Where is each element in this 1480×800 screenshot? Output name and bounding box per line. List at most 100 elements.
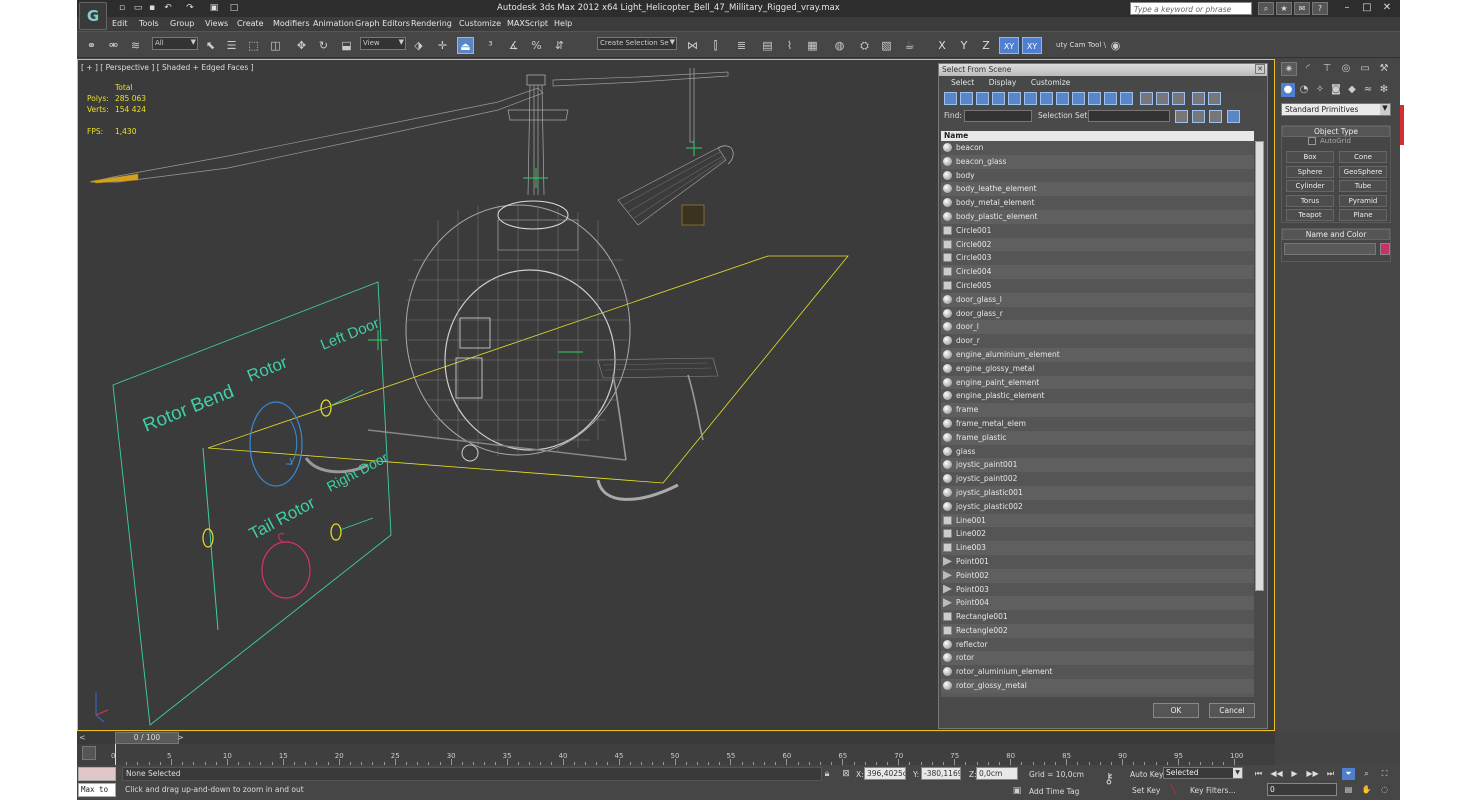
list-item[interactable]: Circle005: [941, 278, 1255, 293]
cameras-category-icon[interactable]: ◙: [1329, 83, 1343, 97]
systems-category-icon[interactable]: ✻: [1377, 83, 1391, 97]
list-item[interactable]: door_r: [941, 334, 1255, 348]
filter-funnel-icon[interactable]: [1208, 92, 1221, 105]
select-invert-icon[interactable]: [1172, 92, 1185, 105]
filter-frozen-icon[interactable]: [1104, 92, 1117, 105]
maxscript-mini-listener[interactable]: [78, 767, 116, 781]
viewport-label[interactable]: [ + ] [ Perspective ] [ Shaded + Edged F…: [81, 63, 254, 72]
render-production-icon[interactable]: ☕: [901, 37, 918, 54]
ok-button[interactable]: OK: [1153, 703, 1199, 718]
menu-edit[interactable]: Edit: [112, 19, 128, 28]
list-item[interactable]: reflector: [941, 637, 1255, 652]
minimize-icon[interactable]: –: [1339, 1, 1355, 15]
list-item[interactable]: rotor_aluminium_element: [941, 665, 1255, 680]
new-file-icon[interactable]: ▫: [117, 3, 127, 13]
scrollbar-thumb[interactable]: [1255, 141, 1264, 591]
list-item[interactable]: body: [941, 168, 1255, 183]
list-item[interactable]: engine_aluminium_element: [941, 347, 1255, 362]
selection-filter-dropdown[interactable]: All ▼: [152, 37, 198, 50]
list-item[interactable]: Point001: [941, 554, 1255, 569]
time-slider[interactable]: < 0 / 100 >: [77, 732, 1275, 744]
list-item[interactable]: Circle002: [941, 237, 1255, 252]
z-coord-input[interactable]: 0,0cm: [976, 767, 1018, 780]
maximize-icon[interactable]: □: [1359, 1, 1375, 15]
time-tag-icon[interactable]: ▣: [1011, 785, 1023, 797]
previous-frame-button[interactable]: <: [79, 733, 86, 742]
restrict-xy-button[interactable]: XY: [999, 37, 1019, 54]
list-item[interactable]: engine_paint_element: [941, 375, 1255, 390]
zoom-icon[interactable]: ⌕: [1360, 768, 1373, 780]
project-folder-icon[interactable]: ▣: [209, 3, 219, 13]
geosphere-button[interactable]: GeoSphere: [1339, 166, 1387, 178]
material-editor-icon[interactable]: ◍: [831, 37, 848, 54]
selection-set-icon[interactable]: [1175, 110, 1188, 123]
right-door-slider[interactable]: [330, 523, 342, 541]
list-item[interactable]: engine_plastic_element: [941, 389, 1255, 404]
save-file-icon[interactable]: ▪: [147, 3, 157, 13]
key-icon[interactable]: ⚷: [1103, 772, 1115, 786]
auto-key-button[interactable]: Auto Key: [1130, 770, 1163, 779]
set-key-button[interactable]: Set Key: [1132, 786, 1160, 795]
list-item[interactable]: glass: [941, 444, 1255, 459]
orbit-icon[interactable]: ◌: [1378, 784, 1391, 796]
selection-set-remove-icon[interactable]: [1209, 110, 1222, 123]
next-frame-button[interactable]: >: [177, 733, 184, 742]
rendered-frame-icon[interactable]: ▧: [878, 37, 895, 54]
window-crossing-icon[interactable]: ◫: [267, 37, 284, 54]
dialog-menu-customize[interactable]: Customize: [1031, 76, 1070, 90]
cancel-button[interactable]: Cancel: [1209, 703, 1255, 718]
communication-icon[interactable]: ✉: [1294, 2, 1310, 15]
list-item[interactable]: joystic_plastic002: [941, 499, 1255, 514]
list-item[interactable]: joystic_plastic001: [941, 485, 1255, 500]
menu-tools[interactable]: Tools: [139, 19, 159, 28]
selection-set-dropdown[interactable]: [1088, 110, 1170, 122]
key-mode-dropdown[interactable]: Selected ▼: [1163, 767, 1243, 779]
select-all-icon[interactable]: [1140, 92, 1153, 105]
name-and-color-title[interactable]: Name and Color: [1282, 229, 1390, 240]
lights-category-icon[interactable]: ✧: [1313, 83, 1327, 97]
play-icon[interactable]: ▶: [1288, 768, 1301, 780]
render-setup-icon[interactable]: ⛭: [856, 37, 873, 54]
pivot-center-icon[interactable]: ⬗: [410, 37, 427, 54]
spinner-snap-icon[interactable]: ⇵: [551, 37, 568, 54]
select-by-name-icon[interactable]: ☰: [223, 37, 240, 54]
list-item[interactable]: Line003: [941, 541, 1255, 555]
select-object-icon[interactable]: ⬉: [202, 37, 219, 54]
selection-set-add-icon[interactable]: [1192, 110, 1205, 123]
custom-tool-label[interactable]: uty Cam Tool \: [1056, 41, 1106, 49]
list-item[interactable]: body_leathe_element: [941, 182, 1255, 197]
list-item[interactable]: Rectangle002: [941, 623, 1255, 638]
zoom-extents-icon[interactable]: ⛶: [1378, 768, 1391, 780]
time-slider-thumb[interactable]: 0 / 100: [115, 732, 179, 744]
dialog-menu-display[interactable]: Display: [989, 76, 1017, 90]
shapes-category-icon[interactable]: ◔: [1297, 83, 1311, 97]
list-item[interactable]: Line001: [941, 513, 1255, 528]
menu-group[interactable]: Group: [170, 19, 194, 28]
close-icon[interactable]: ✕: [1379, 1, 1395, 15]
list-item[interactable]: Circle001: [941, 223, 1255, 238]
list-item[interactable]: frame_metal_elem: [941, 416, 1255, 431]
helpers-category-icon[interactable]: ◆: [1345, 83, 1359, 97]
search-input[interactable]: Type a keyword or phrase: [1130, 2, 1252, 15]
unlink-icon[interactable]: ⚮: [105, 37, 122, 54]
filter-lights-icon[interactable]: [976, 92, 989, 105]
list-item[interactable]: Rectangle001: [941, 610, 1255, 624]
rotor-bend-slider[interactable]: [202, 528, 214, 548]
maxscript-listener-input[interactable]: Max to: [78, 783, 116, 797]
rectangular-selection-icon[interactable]: ⬚: [245, 37, 262, 54]
filter-helpers-icon[interactable]: [1008, 92, 1021, 105]
schematic-view-icon[interactable]: ▦: [804, 37, 821, 54]
list-item[interactable]: rotor: [941, 651, 1255, 666]
list-item[interactable]: Line002: [941, 527, 1255, 542]
dialog-title-bar[interactable]: Select From Scene ✕: [939, 64, 1267, 76]
add-time-tag-button[interactable]: Add Time Tag: [1029, 787, 1079, 796]
previous-key-icon[interactable]: ◀◀: [1270, 768, 1283, 780]
restrict-z-button[interactable]: Z: [979, 37, 993, 54]
lock-selection-icon[interactable]: 🔒︎: [821, 768, 833, 780]
list-item[interactable]: body_metal_element: [941, 196, 1255, 210]
time-configuration-icon[interactable]: ▤: [1342, 784, 1355, 796]
object-name-input[interactable]: [1284, 243, 1376, 255]
pyramid-button[interactable]: Pyramid: [1339, 195, 1387, 207]
bind-space-warp-icon[interactable]: ≋: [127, 37, 144, 54]
filter-containers-icon[interactable]: [1088, 92, 1101, 105]
